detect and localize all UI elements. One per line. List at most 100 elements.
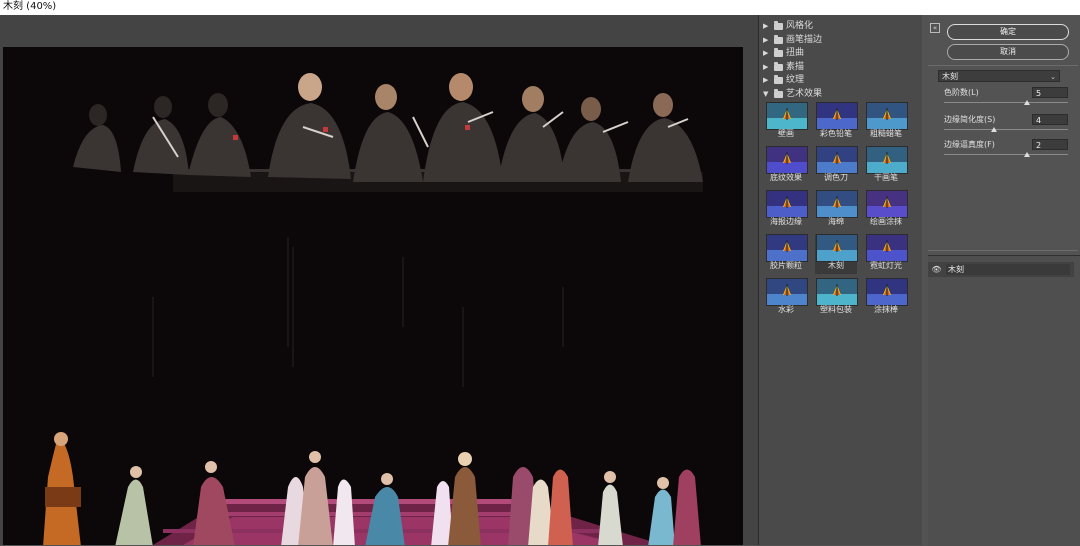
param-value-input[interactable]: 2	[1032, 139, 1068, 150]
category-1[interactable]: ▶ 画笔描边	[763, 34, 822, 47]
collapsed-triangle-icon[interactable]: ▶	[763, 61, 771, 74]
param-value-input[interactable]: 4	[1032, 114, 1068, 125]
param-slider-track[interactable]	[944, 154, 1068, 155]
filter-thumb[interactable]: 调色刀	[815, 146, 858, 186]
filter-preview-image	[816, 190, 858, 218]
filter-label: 壁画	[778, 129, 794, 138]
param-value-input[interactable]: 5	[1032, 87, 1068, 98]
divider	[928, 65, 1078, 66]
filter-label: 胶片颗粒	[770, 261, 802, 270]
filter-thumb[interactable]: 木刻	[815, 234, 858, 274]
collapse-gallery-button[interactable]: «	[930, 23, 940, 33]
filter-thumb[interactable]: 涂抹棒	[865, 278, 908, 318]
filter-label: 涂抹棒	[874, 305, 898, 314]
param-slider-thumb[interactable]	[1024, 152, 1031, 157]
expanded-triangle-icon[interactable]: ▼	[763, 88, 771, 101]
param-label: 色阶数(L)	[944, 88, 979, 97]
filter-thumb[interactable]: 底纹效果	[765, 146, 808, 186]
filter-preview-image	[816, 278, 858, 306]
effect-layers-panel: 👁 木刻	[928, 255, 1080, 546]
folder-icon	[774, 88, 783, 98]
effect-layer-name: 木刻	[946, 264, 1070, 275]
filter-select[interactable]: 木刻 ⌄	[938, 70, 1060, 82]
param-label: 边缘简化度(S)	[944, 115, 996, 124]
cancel-button[interactable]: 取消	[947, 44, 1069, 60]
window-title: 木刻 (40%)	[3, 1, 57, 12]
filter-thumb[interactable]: 塑料包装	[815, 278, 858, 318]
filter-preview-image	[866, 234, 908, 262]
filter-preview-image	[766, 234, 808, 262]
filter-label: 塑料包装	[820, 305, 852, 314]
title-bar: 木刻 (40%)	[0, 0, 1080, 15]
filter-label: 海报边缘	[770, 217, 802, 226]
param-slider-track[interactable]	[944, 129, 1068, 130]
filter-label: 海绵	[828, 217, 844, 226]
category-label: 扭曲	[786, 48, 805, 58]
category-4[interactable]: ▶ 纹理	[763, 74, 804, 87]
filter-thumb[interactable]: 胶片颗粒	[765, 234, 808, 274]
divider	[928, 250, 1078, 251]
settings-panel: « 确定 取消 木刻 ⌄ 色阶数(L) 5 边缘简化度(S) 4 边缘逼真度(F) 2 👁…	[922, 15, 1080, 546]
folder-icon	[774, 75, 783, 84]
category-3[interactable]: ▶ 素描	[763, 61, 804, 74]
filter-thumb[interactable]: 粗糙蜡笔	[865, 102, 908, 142]
param-slider-track[interactable]	[944, 102, 1068, 103]
filter-thumb[interactable]: 海绵	[815, 190, 858, 230]
filter-preview-image	[866, 190, 908, 218]
filter-preview-image	[816, 234, 858, 262]
collapsed-triangle-icon[interactable]: ▶	[763, 20, 771, 33]
collapsed-triangle-icon[interactable]: ▶	[763, 74, 771, 87]
filter-gallery[interactable]: ▶ 风格化 ▶ 画笔描边 ▶ 扭曲 ▶ 素描 ▶ 纹理 ▼ 艺术效果壁画 彩色铅笔 粗糙蜡笔底纹效果 调色刀…	[758, 15, 923, 545]
chevron-down-icon: ⌄	[1050, 73, 1056, 81]
filter-label: 木刻	[828, 261, 844, 270]
category-2[interactable]: ▶ 扭曲	[763, 47, 804, 60]
filter-preview-image	[866, 102, 908, 130]
preview-area[interactable]	[0, 15, 758, 545]
filter-thumb[interactable]: 干画笔	[865, 146, 908, 186]
param-slider-thumb[interactable]	[1024, 100, 1031, 105]
folder-icon	[774, 34, 783, 44]
category-label: 素描	[786, 61, 805, 72]
filter-gallery-list[interactable]: ▶ 风格化 ▶ 画笔描边 ▶ 扭曲 ▶ 素描 ▶ 纹理 ▼ 艺术效果壁画 彩色铅笔 粗糙蜡笔底纹效果 调色刀…	[759, 15, 922, 545]
filter-preview-image	[766, 102, 808, 130]
filter-thumb[interactable]: 海报边缘	[765, 190, 808, 230]
folder-icon	[774, 48, 783, 57]
filter-thumb[interactable]: 壁画	[765, 102, 808, 142]
filter-label: 干画笔	[874, 173, 898, 182]
category-5[interactable]: ▼ 艺术效果	[763, 88, 822, 101]
filter-label: 水彩	[778, 305, 794, 314]
filter-thumb[interactable]: 霓虹灯光	[865, 234, 908, 274]
filter-thumb[interactable]: 绘画涂抹	[865, 190, 908, 230]
ok-button[interactable]: 确定	[947, 24, 1069, 40]
filter-label: 粗糙蜡笔	[870, 129, 902, 138]
category-0[interactable]: ▶ 风格化	[763, 20, 813, 33]
eye-icon[interactable]: 👁	[931, 264, 942, 275]
category-label: 艺术效果	[786, 88, 823, 99]
preview-image[interactable]	[3, 47, 743, 545]
filter-thumb[interactable]: 彩色铅笔	[815, 102, 858, 142]
folder-icon	[774, 21, 783, 30]
filter-preview-image	[816, 102, 858, 130]
filter-select-value: 木刻	[942, 72, 958, 81]
param-label: 边缘逼真度(F)	[944, 140, 995, 149]
filter-thumb[interactable]: 水彩	[765, 278, 808, 318]
filter-label: 调色刀	[824, 173, 848, 182]
collapsed-triangle-icon[interactable]: ▶	[763, 47, 771, 60]
filter-preview-image	[766, 278, 808, 306]
filter-preview-image	[866, 278, 908, 306]
filter-label: 彩色铅笔	[820, 129, 852, 138]
filter-preview-image	[866, 146, 908, 174]
filter-label: 霓虹灯光	[870, 261, 902, 270]
category-label: 风格化	[786, 21, 814, 31]
category-label: 纹理	[786, 75, 805, 85]
filter-preview-image	[766, 190, 808, 218]
effect-layer-row[interactable]: 👁 木刻	[928, 262, 1074, 277]
woodcut-preview-artwork	[3, 47, 743, 545]
filter-label: 绘画涂抹	[870, 217, 902, 226]
collapsed-triangle-icon[interactable]: ▶	[763, 34, 771, 47]
category-label: 画笔描边	[786, 34, 823, 45]
param-slider-thumb[interactable]	[990, 127, 997, 132]
filter-label: 底纹效果	[770, 173, 802, 182]
filter-preview-image	[816, 146, 858, 174]
folder-icon	[774, 61, 783, 71]
